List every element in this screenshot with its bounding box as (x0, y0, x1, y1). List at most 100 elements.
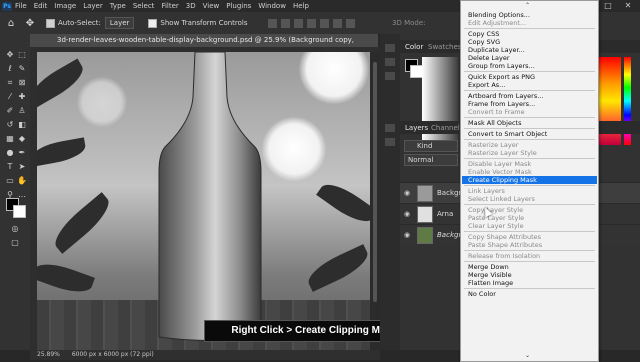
pen-tool-icon[interactable]: ✒ (15, 148, 29, 158)
menu-item-copy-shape-attributes: Copy Shape Attributes (468, 233, 542, 241)
eraser-tool-icon[interactable]: ◧ (15, 120, 29, 130)
auto-select-checkbox[interactable] (46, 18, 55, 28)
align-center-icon[interactable] (280, 18, 290, 28)
menu-item-convert-to-smart-object[interactable]: Convert to Smart Object (468, 130, 593, 138)
eye-icon[interactable]: ◉ (404, 189, 410, 197)
eye-icon[interactable]: ◉ (404, 231, 410, 239)
hand-tool-icon[interactable]: ✋ (15, 176, 29, 186)
menu-edit[interactable]: Edit (34, 2, 48, 10)
status-bar: 25.89% 6000 px x 6000 px (72 ppi) (30, 350, 380, 360)
menu-separator (464, 250, 595, 251)
libraries-panel-icon[interactable] (385, 124, 395, 132)
home-icon[interactable]: ⌂ (3, 18, 19, 29)
align-left-icon[interactable] (267, 18, 277, 28)
menu-item-release-from-isolation: Release from Isolation (468, 252, 541, 260)
vertical-scrollbar[interactable] (370, 52, 380, 350)
align-middle-icon[interactable] (319, 18, 329, 28)
bokeh-light (77, 77, 127, 127)
menu-separator (464, 185, 595, 186)
zoom-level[interactable]: 25.89% (37, 351, 60, 358)
kind-label: Kind (417, 142, 433, 150)
menu-item-blending-options[interactable]: Blending Options... (468, 11, 593, 19)
scroll-down-arrow-icon[interactable]: ⌄ (525, 352, 530, 359)
tab-swatches[interactable]: Swatches (428, 43, 461, 51)
menu-separator (464, 128, 595, 129)
menu-view[interactable]: View (203, 2, 220, 10)
menu-separator (464, 204, 595, 205)
eye-icon[interactable]: ◉ (404, 210, 410, 218)
screen-mode-icon[interactable]: ▢ (8, 238, 22, 248)
blur-tool-icon[interactable]: ◆ (15, 134, 29, 144)
menu-select[interactable]: Select (133, 2, 155, 10)
menu-item-copy-css[interactable]: Copy CSS (468, 30, 593, 38)
tab-channels[interactable]: Channels (431, 124, 463, 132)
leaf-shape (37, 137, 88, 167)
menu-plugins[interactable]: Plugins (226, 2, 251, 10)
leaf-shape (37, 257, 95, 299)
tab-color[interactable]: Color (405, 43, 423, 51)
close-button[interactable]: ✕ (618, 0, 638, 12)
healing-brush-icon[interactable]: ✚ (15, 92, 29, 102)
menu-item-convert-to-frame: Convert to Frame (468, 108, 525, 116)
blend-mode-select[interactable]: Normal (404, 154, 458, 166)
scroll-up-arrow-icon[interactable]: ⌃ (525, 2, 530, 9)
quick-select-icon[interactable]: ✎ (15, 64, 29, 74)
marquee-tool-icon[interactable]: ⬚ (15, 50, 29, 60)
menu-window[interactable]: Window (258, 2, 286, 10)
clone-stamp-icon[interactable]: ♙ (15, 106, 29, 116)
glass-bottle (158, 52, 262, 341)
menu-item-copy-svg[interactable]: Copy SVG (468, 38, 593, 46)
menu-3d[interactable]: 3D (186, 2, 196, 10)
properties-panel-icon[interactable] (385, 58, 395, 66)
adjustments-panel-icon[interactable] (385, 72, 395, 80)
menu-item-artboard-from-layers[interactable]: Artboard from Layers... (468, 92, 593, 100)
align-top-icon[interactable] (306, 18, 316, 28)
layer-filter-select[interactable]: Kind (404, 140, 458, 152)
menu-item-delete-layer[interactable]: Delete Layer (468, 54, 593, 62)
menu-item-create-clipping-mask[interactable]: Create Clipping Mask (462, 176, 597, 184)
document-size: 6000 px x 6000 px (72 ppi) (71, 351, 154, 358)
menu-file[interactable]: File (15, 2, 27, 10)
background-color-swatch[interactable] (13, 205, 26, 218)
bokeh-light (262, 117, 326, 181)
menu-item-no-color[interactable]: No Color (468, 290, 593, 298)
document-canvas[interactable] (37, 52, 370, 350)
scrollbar-thumb[interactable] (373, 62, 377, 302)
menu-layer[interactable]: Layer (83, 2, 103, 10)
tab-layers[interactable]: Layers (405, 124, 428, 132)
history-panel-icon[interactable] (385, 44, 395, 52)
paragraph-panel-icon[interactable] (385, 138, 395, 146)
menu-help[interactable]: Help (293, 2, 309, 10)
quick-mask-icon[interactable]: ◎ (8, 224, 22, 234)
menu-item-group-from-layers[interactable]: Group from Layers... (468, 62, 593, 70)
menu-item-merge-visible[interactable]: Merge Visible (468, 271, 593, 279)
transform-controls-checkbox[interactable] (148, 18, 158, 28)
document-tab[interactable]: 3d-render-leaves-wooden-table-display-ba… (30, 34, 378, 57)
frame-tool-icon[interactable]: ⊠ (15, 78, 29, 88)
auto-select-dropdown[interactable]: Layer (104, 17, 135, 29)
path-select-icon[interactable]: ➤ (15, 162, 29, 172)
menu-separator (464, 90, 595, 91)
align-bottom-icon[interactable] (332, 18, 342, 28)
menu-item-disable-layer-mask: Disable Layer Mask (468, 160, 532, 168)
menu-image[interactable]: Image (54, 2, 76, 10)
menu-item-export-as[interactable]: Export As... (468, 81, 593, 89)
maximize-button[interactable]: □ (598, 0, 618, 12)
menu-item-frame-from-layers[interactable]: Frame from Layers... (468, 100, 593, 108)
layer-name: Arna (437, 210, 454, 218)
menu-filter[interactable]: Filter (161, 2, 178, 10)
menu-item-mask-all-objects[interactable]: Mask All Objects (468, 119, 593, 127)
menu-item-merge-down[interactable]: Merge Down (468, 263, 593, 271)
menu-item-quick-export-as-png[interactable]: Quick Export as PNG (468, 73, 593, 81)
menu-item-flatten-image[interactable]: Flatten Image (468, 279, 593, 287)
leaf-shape (48, 192, 116, 254)
move-tool-icon[interactable]: ✥ (22, 18, 38, 29)
menu-item-rasterize-layer: Rasterize Layer (468, 141, 519, 149)
menu-separator (464, 28, 595, 29)
distribute-icon[interactable] (345, 18, 355, 28)
menu-type[interactable]: Type (110, 2, 126, 10)
menu-item-link-layers: Link Layers (468, 187, 505, 195)
align-right-icon[interactable] (293, 18, 303, 28)
align-buttons (267, 18, 355, 28)
menu-item-duplicate-layer[interactable]: Duplicate Layer... (468, 46, 593, 54)
